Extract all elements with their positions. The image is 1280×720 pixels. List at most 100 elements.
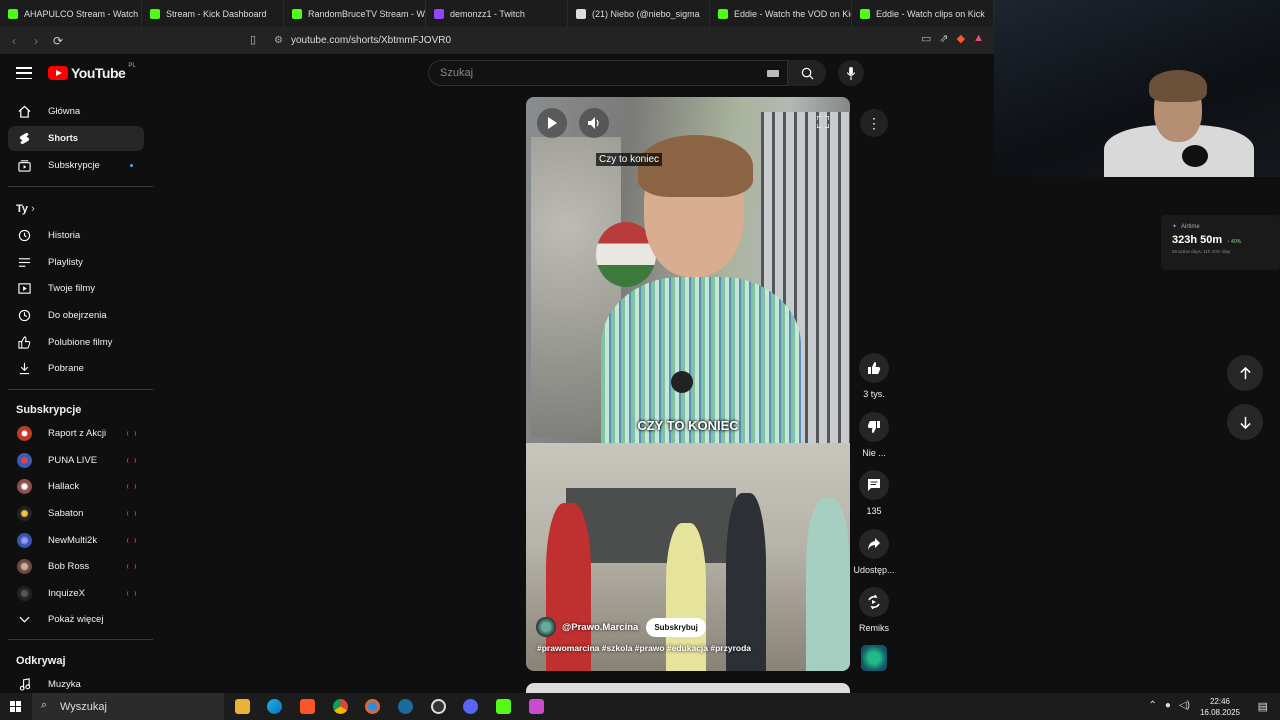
next-short-preview[interactable] [526, 683, 850, 693]
history-icon [18, 229, 31, 242]
remix-action[interactable]: Remiks [851, 587, 897, 633]
sidebar-item-shorts[interactable]: Shorts [8, 126, 144, 151]
share-action[interactable]: Udostęp... [851, 529, 897, 575]
brave-shield-icon[interactable]: ◆ [957, 32, 965, 45]
previous-short-button[interactable] [1227, 355, 1263, 391]
sidebar-item-subscriptions[interactable]: Subskrypcje [8, 153, 144, 178]
menu-icon[interactable] [16, 67, 32, 79]
download-icon [18, 362, 31, 375]
browser-toolbar: ▭ ⇗ ◆ ▲ [921, 32, 984, 45]
play-button[interactable] [537, 108, 567, 138]
comments-action[interactable]: 135 [851, 470, 897, 516]
sidebar-item-your-videos[interactable]: Twoje filmy [8, 276, 144, 301]
subscribe-button[interactable]: Subskrybuj [646, 617, 706, 637]
channel-avatar [17, 559, 32, 574]
browser-tab-bar: AHAPULCO Stream - Watch Li Stream - Kick… [0, 0, 994, 27]
browser-tab[interactable]: Stream - Kick Dashboard [142, 0, 284, 27]
sidebar-item-downloads[interactable]: Pobrane [8, 356, 144, 381]
taskbar-clock[interactable]: 22:46 16.08.2025 [1200, 696, 1240, 718]
notifications-icon[interactable]: ▤ [1258, 700, 1268, 713]
sidebar-item-history[interactable]: Historia [8, 223, 144, 248]
sidebar-item-watch-later[interactable]: Do obejrzenia [8, 303, 144, 328]
youtube-logo[interactable]: YouTube PL [48, 63, 136, 81]
site-info-icon[interactable]: ⚙ [274, 35, 283, 46]
obs-icon[interactable] [431, 699, 446, 714]
home-icon [18, 105, 31, 118]
steam-icon[interactable] [398, 699, 413, 714]
app-icon[interactable] [529, 699, 544, 714]
dislike-label: Nie ... [862, 448, 886, 458]
browser-tab[interactable]: AHAPULCO Stream - Watch Li [0, 0, 142, 27]
brave-icon[interactable] [300, 699, 315, 714]
chrome-icon[interactable] [333, 699, 348, 714]
sidebar-item-channel[interactable]: Raport z Akcji [8, 421, 144, 446]
channel-avatar[interactable] [536, 617, 556, 637]
sidebar-item-channel[interactable]: InquizeX [8, 581, 144, 606]
share-icon[interactable]: ⇗ [939, 32, 948, 45]
firefox-icon[interactable] [365, 699, 380, 714]
kick-icon[interactable] [496, 699, 511, 714]
volume-button[interactable] [579, 108, 609, 138]
fullscreen-icon[interactable] [817, 116, 829, 128]
streamer-hair [1149, 70, 1207, 102]
url-field[interactable]: ⚙ youtube.com/shorts/XbtmmFJOVR0 [268, 30, 888, 51]
channel-avatar [17, 533, 32, 548]
dislike-action[interactable]: Nie ... [851, 412, 897, 458]
playlist-icon [18, 256, 31, 269]
sidebar-item-channel[interactable]: NewMulti2k [8, 528, 144, 553]
mic-icon[interactable]: ● [1165, 700, 1171, 711]
sidebar-item-channel[interactable]: Hallack [8, 474, 144, 499]
sidebar-item-liked[interactable]: Polubione filmy [8, 330, 144, 355]
browser-tab[interactable]: RandomBruceTV Stream - Wat [284, 0, 426, 27]
taskbar-search[interactable]: ⌕ Wyszukaj [32, 693, 224, 720]
bookmark-icon[interactable]: ▯ [250, 33, 256, 46]
voice-search-button[interactable] [838, 60, 864, 86]
sidebar-item-channel[interactable]: Bob Ross [8, 554, 144, 579]
person-hair [638, 135, 753, 197]
mic-icon [846, 66, 856, 80]
sound-thumbnail[interactable] [861, 645, 887, 671]
channel-avatar [17, 453, 32, 468]
sidebar-item-playlists[interactable]: Playlisty [8, 250, 144, 275]
file-explorer-icon[interactable] [235, 699, 250, 714]
edge-icon[interactable] [267, 699, 282, 714]
browser-tab[interactable]: demonzz1 - Twitch [426, 0, 568, 27]
chevron-up-icon[interactable]: ⌃ [1149, 700, 1157, 711]
youtube-header: YouTube PL Szukaj [0, 54, 994, 96]
you-section-title[interactable]: Ty › [16, 203, 35, 215]
like-action[interactable]: 3 tys. [851, 353, 897, 399]
search-button[interactable] [788, 60, 826, 86]
sidebar-item-channel[interactable]: Sabaton [8, 501, 144, 526]
windows-start-icon[interactable] [10, 701, 21, 712]
windows-taskbar: ⌕ Wyszukaj ⌃ ● ◁) 22:46 16.08.2025 ▤ [0, 693, 1280, 720]
show-more-button[interactable]: Pokaż więcej [8, 607, 144, 632]
volume-icon[interactable]: ◁) [1179, 700, 1190, 711]
sidebar-item-home[interactable]: Główna [8, 99, 144, 124]
kick-icon [860, 8, 870, 19]
channel-name[interactable]: @Prawo.Marcina [562, 622, 638, 633]
like-count: 3 tys. [863, 389, 885, 399]
browser-tab[interactable]: (21) Niebo (@niebo_sigma [568, 0, 710, 27]
back-icon[interactable]: ‹ [6, 34, 22, 48]
hashtags[interactable]: #prawomarcina #szkola #prawo #edukacja #… [537, 643, 751, 653]
more-options-button[interactable]: ⋮ [860, 109, 888, 137]
sidebar-item-channel[interactable]: PUNA LIVE [8, 448, 144, 473]
search-input[interactable]: Szukaj [428, 60, 788, 86]
next-short-button[interactable] [1227, 404, 1263, 440]
kick-icon [8, 8, 18, 19]
live-icon [127, 511, 136, 516]
comment-icon [868, 479, 880, 491]
reload-icon[interactable]: ⟳ [50, 34, 66, 48]
handheld-microphone [671, 371, 693, 393]
arrow-up-icon [1239, 366, 1251, 379]
share-icon [868, 538, 880, 550]
keyboard-icon[interactable] [767, 70, 779, 77]
discord-icon[interactable] [463, 699, 478, 714]
forward-icon[interactable]: › [28, 34, 44, 48]
shorts-icon [18, 132, 31, 145]
short-video-player[interactable]: Czy to koniec CZY TO KONIEC @Prawo.Marci… [526, 97, 850, 671]
brave-rewards-icon[interactable]: ▲ [973, 32, 984, 45]
cast-icon[interactable]: ▭ [921, 32, 931, 45]
browser-tab[interactable]: Eddie - Watch clips on Kick [852, 0, 994, 27]
browser-tab[interactable]: Eddie - Watch the VOD on Kick [710, 0, 852, 27]
